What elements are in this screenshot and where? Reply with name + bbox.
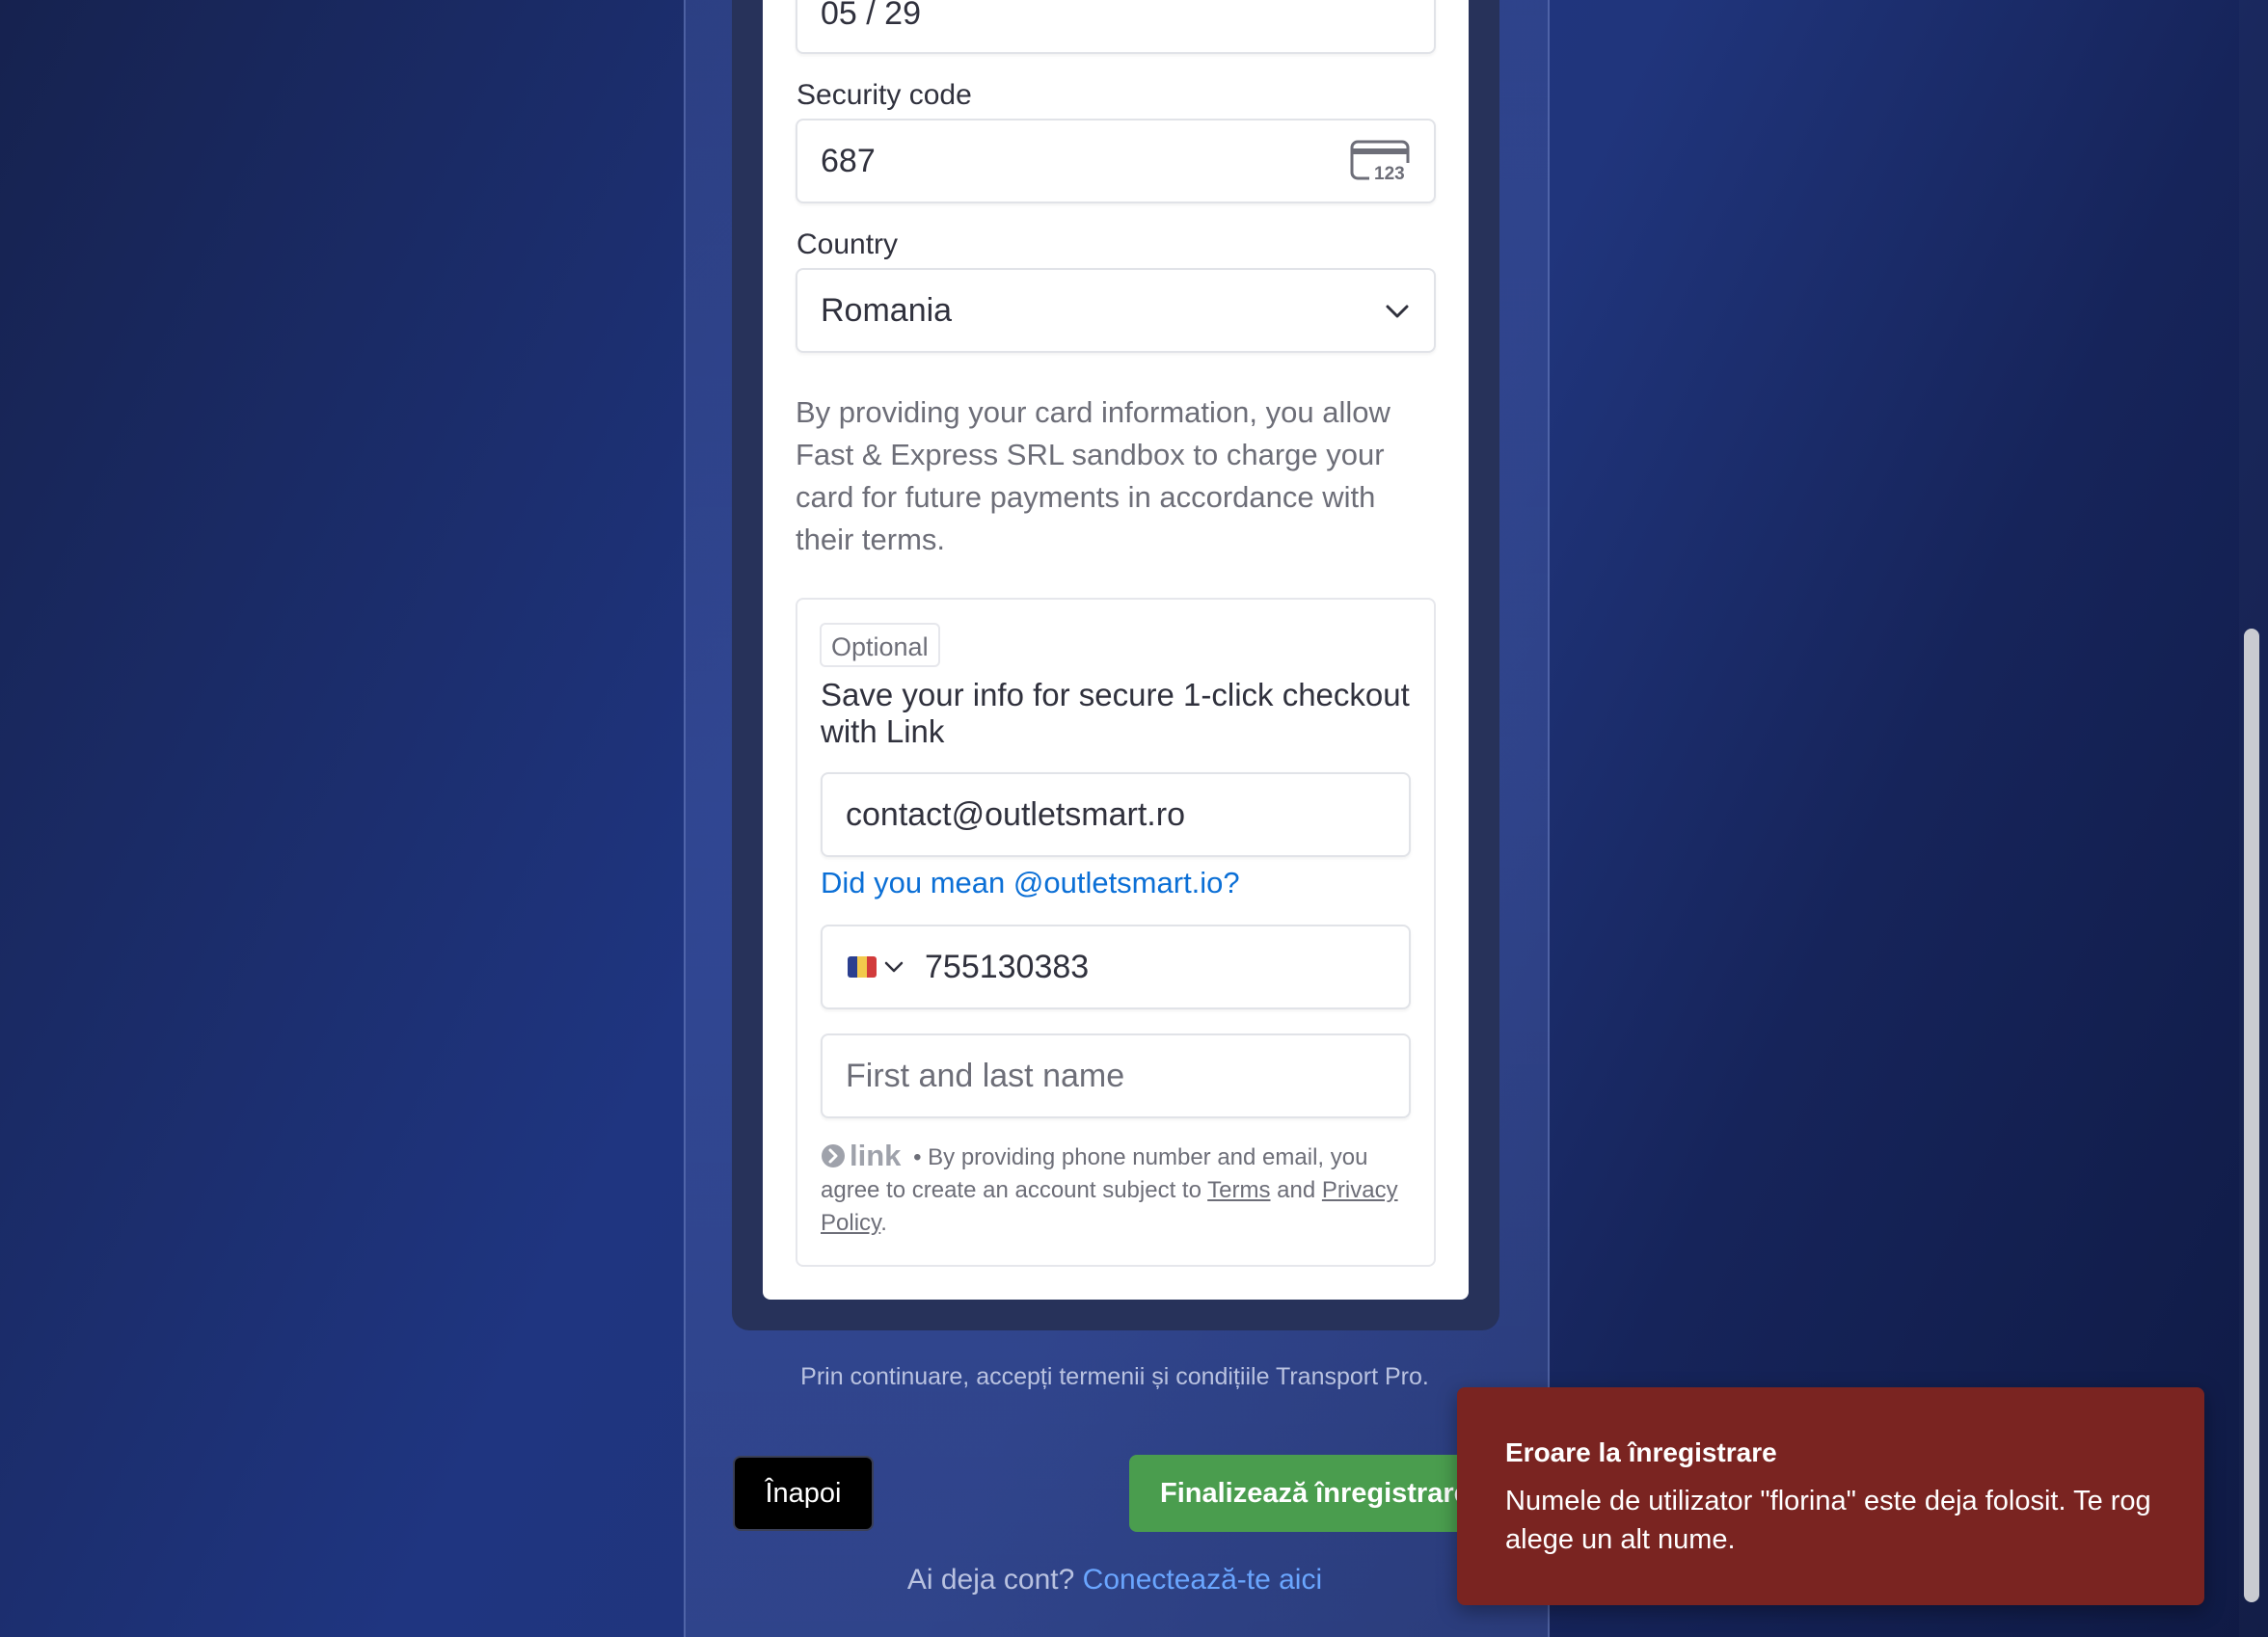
link-phone-value: 755130383 xyxy=(925,948,1090,985)
link-brand-text: link xyxy=(850,1139,902,1172)
security-code-value: 687 xyxy=(821,142,876,179)
back-button[interactable]: Înapoi xyxy=(733,1456,874,1531)
email-suggestion-link[interactable]: Did you mean @outletsmart.io? xyxy=(821,866,1240,900)
link-name-input[interactable]: First and last name xyxy=(821,1033,1411,1118)
terms-acceptance-text: Prin continuare, accepți termenii și con… xyxy=(800,1363,1429,1390)
toast-message: Numele de utilizator "florina" este deja… xyxy=(1505,1486,2151,1555)
security-code-label: Security code xyxy=(796,79,972,111)
link-legal-text: link • By providing phone number and ema… xyxy=(821,1140,1409,1240)
login-prompt-text: Ai deja cont? xyxy=(906,1564,1075,1596)
finish-registration-button[interactable]: Finalizează înregistrarea xyxy=(1129,1455,1467,1532)
link-logo-icon: link xyxy=(821,1140,901,1172)
scrollbar-thumb[interactable] xyxy=(2244,629,2259,1602)
card-cvc-icon: 123 xyxy=(1350,140,1412,184)
link-name-placeholder: First and last name xyxy=(846,1057,1125,1094)
expiry-input[interactable]: 05 / 29 xyxy=(796,0,1436,54)
country-value: Romania xyxy=(821,291,953,329)
legal-period: . xyxy=(880,1210,887,1236)
phone-chevron-down-icon xyxy=(884,960,904,974)
toast-title: Eroare la înregistrare xyxy=(1505,1437,1777,1467)
login-link[interactable]: Conectează-te aici xyxy=(1083,1564,1322,1596)
card-authorization-text: By providing your card information, you … xyxy=(796,395,1390,556)
optional-badge: Optional xyxy=(820,623,940,667)
security-code-input[interactable]: 687 xyxy=(796,119,1436,203)
link-phone-input[interactable]: 755130383 xyxy=(821,925,1411,1009)
and-text: and xyxy=(1277,1177,1316,1203)
terms-link[interactable]: Terms xyxy=(1207,1177,1270,1203)
country-code-picker[interactable] xyxy=(848,956,904,978)
cvc-icon-text: 123 xyxy=(1374,164,1405,184)
country-label: Country xyxy=(796,228,899,260)
link-email-input[interactable]: contact@outletsmart.ro xyxy=(821,772,1411,857)
link-email-value: contact@outletsmart.ro xyxy=(846,795,1185,833)
login-prompt: Ai deja cont? Conectează-te aici xyxy=(684,1564,1546,1597)
expiry-value: 05 / 29 xyxy=(821,0,921,32)
error-toast[interactable]: Eroare la înregistrare Numele de utiliza… xyxy=(1457,1387,2204,1605)
romania-flag-icon xyxy=(848,956,877,978)
link-heading: Save your info for secure 1-click checko… xyxy=(821,677,1410,749)
country-select[interactable]: Romania xyxy=(796,268,1436,353)
chevron-down-icon xyxy=(1385,303,1410,320)
